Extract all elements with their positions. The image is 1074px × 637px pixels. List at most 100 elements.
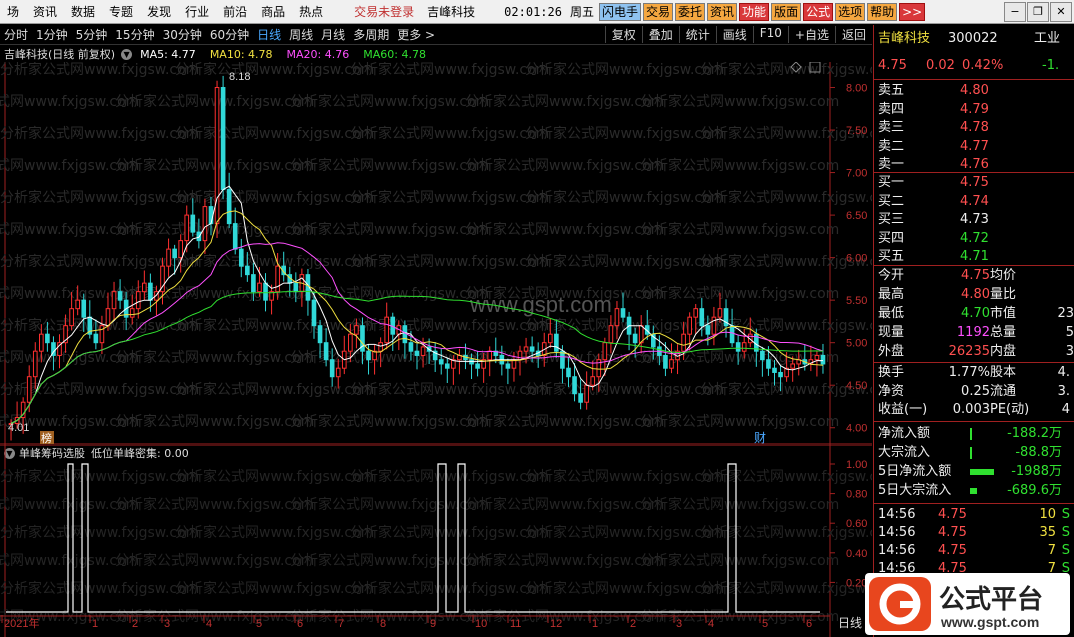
candle-body (323, 342, 329, 361)
candle-body (760, 350, 765, 361)
watermark-text: 分析家公式网www.fxjgsw.com (290, 413, 489, 430)
menu-item-1[interactable]: 资讯 (26, 0, 64, 24)
tick-side: S (1061, 543, 1070, 558)
ask-label: 卖五 (878, 83, 905, 98)
toolbar-button-0[interactable]: 闪电手 (598, 2, 641, 21)
close-icon[interactable]: ✕ (1050, 1, 1072, 22)
watermark-text: 分析家公式网www.fxjgsw.com (525, 381, 724, 398)
badge-cai[interactable]: 财 (754, 431, 766, 445)
toolbar-button-1[interactable]: 交易 (643, 2, 674, 21)
stat-value: 0.25 (961, 383, 990, 399)
toolbar-button-2[interactable]: 委托 (675, 2, 706, 21)
price-chart[interactable]: 分析家公式网www.fxjgsw.com分析家公式网www.fxjgsw.com… (0, 62, 872, 445)
period-tab-8[interactable]: 月线 (317, 26, 349, 43)
chart-tool-0[interactable]: 复权 (604, 26, 642, 43)
bid-price: 4.72 (960, 230, 989, 246)
flow-value: -188.2万 (1007, 426, 1062, 441)
period-tab-4[interactable]: 30分钟 (159, 26, 206, 43)
candle-body (317, 325, 323, 344)
candle-body (117, 291, 123, 301)
candle-body (184, 214, 190, 242)
bid-label: 买三 (878, 212, 905, 227)
stat-row: 外盘 26235内盘 3 (878, 343, 1074, 361)
toolbar-button-6[interactable]: 公式 (803, 2, 834, 21)
chart-tool-4[interactable]: F10 (752, 26, 788, 43)
chart-tool-5[interactable]: +自选 (787, 26, 835, 43)
chart-tool-1[interactable]: 叠加 (641, 26, 679, 43)
period-tab-2[interactable]: 5分钟 (72, 26, 112, 43)
menu-item-5[interactable]: 行业 (178, 0, 216, 24)
login-status[interactable]: 交易未登录 (348, 0, 420, 24)
restore-icon[interactable]: ❐ (1027, 1, 1049, 22)
watermark-text: 分析家公式网www.fxjgsw.com (465, 413, 664, 430)
watermark-text: 分析家公式网www.fxjgsw.com (640, 157, 839, 174)
stat-value: 3. (1057, 383, 1070, 399)
chart-tool-2[interactable]: 统计 (678, 26, 716, 43)
tick-time: 14:56 (878, 525, 916, 540)
toolbar-button-8[interactable]: 帮助 (867, 2, 898, 21)
toolbar-button-4[interactable]: 功能 (739, 2, 770, 21)
candle-body (378, 342, 383, 352)
x-tick-label: 7 (338, 618, 344, 630)
candle-body (820, 354, 826, 365)
tick-price: 4.75 (938, 525, 967, 540)
ask-row: 卖四 4.79 (878, 101, 1010, 119)
menu-item-4[interactable]: 发现 (140, 0, 178, 24)
toolbar-button-9[interactable]: >> (899, 2, 926, 21)
stat-value: 23 (1057, 306, 1074, 321)
toolbar-button-5[interactable]: 版面 (771, 2, 802, 21)
menu-item-8[interactable]: 热点 (292, 0, 330, 24)
toolbar-button-7[interactable]: 选项 (835, 2, 866, 21)
period-tab-1[interactable]: 1分钟 (32, 26, 72, 43)
menu-item-2[interactable]: 数据 (64, 0, 102, 24)
candle-body (735, 342, 741, 352)
stat-row: 今开 4.75均价 (878, 267, 1074, 285)
watermark-text: 分析家公式网www.fxjgsw.com (525, 468, 724, 485)
period-tab-3[interactable]: 15分钟 (111, 26, 158, 43)
ma-label-1: MA10: 4.78 (209, 47, 273, 61)
stat-value: 0.003 (952, 402, 990, 417)
period-tab-9[interactable]: 多周期 (349, 26, 393, 43)
chart-tool-3[interactable]: 画线 (715, 26, 753, 43)
watermark-text: 分析家公式网www.fxjgsw.com (0, 580, 199, 597)
watermark-text: 分析家公式网www.fxjgsw.com (700, 189, 872, 206)
ask-row: 卖三 4.78 (878, 119, 1010, 137)
stat-label: 市值 (990, 306, 1017, 321)
toolbar-button-3[interactable]: 资讯 (707, 2, 738, 21)
period-tab-0[interactable]: 分时 (0, 26, 32, 43)
watermark-text: 分析家公式网www.fxjgsw.com (115, 157, 314, 174)
x-tick-label: 1 (592, 618, 598, 630)
candle-body (69, 308, 74, 327)
flow-label: 5日大宗流入 (878, 483, 952, 498)
period-tab-6[interactable]: 日线 (253, 26, 285, 43)
period-label[interactable]: 日线 (838, 616, 862, 630)
chevron-down-icon[interactable]: ▼ (121, 48, 133, 60)
watermark-text: 分析家公式网www.fxjgsw.com (115, 496, 314, 513)
period-toolbar: 分时 1分钟 5分钟 15分钟 30分钟 60分钟 日线 周线 月线 多周期 更多 > 复权 叠加 统计画… (0, 25, 872, 45)
watermark-text: 分析家公式网www.fxjgsw.com (640, 285, 839, 302)
watermark-text: 分析家公式网www.fxjgsw.com (350, 253, 549, 270)
flow-label: 净流入额 (878, 426, 931, 441)
period-tab-5[interactable]: 60分钟 (206, 26, 253, 43)
watermark-text: 分析家公式网www.fxjgsw.com (175, 381, 374, 398)
menu-item-7[interactable]: 商品 (254, 0, 292, 24)
chart-tool-6[interactable]: 返回 (834, 26, 872, 43)
y-tick-label: 5.00 (846, 338, 867, 350)
period-tab-10[interactable]: 更多 > (393, 26, 439, 43)
minimize-icon[interactable]: − (1004, 1, 1026, 22)
candle-body (614, 308, 620, 327)
ask-price: 4.77 (960, 138, 989, 154)
tick-price: 4.75 (938, 507, 967, 522)
menu-item-6[interactable]: 前沿 (216, 0, 254, 24)
flow-value: -689.6万 (1007, 483, 1062, 498)
candle-body (590, 376, 596, 386)
menu-item-3[interactable]: 专题 (102, 0, 140, 24)
flow-bar (970, 468, 994, 475)
ask-label: 卖二 (878, 138, 905, 154)
y-tick-label: 4.00 (846, 423, 867, 435)
stat-label: 现量 (878, 325, 905, 340)
menu-item-0[interactable]: 场 (0, 0, 26, 24)
watermark-text: 分析家公式网www.fxjgsw.com (525, 125, 724, 142)
indicator-chart[interactable]: 分析家公式网www.fxjgsw.com 分析家公式网www.fxjgsw.com… (0, 445, 872, 637)
period-tab-7[interactable]: 周线 (285, 26, 317, 43)
